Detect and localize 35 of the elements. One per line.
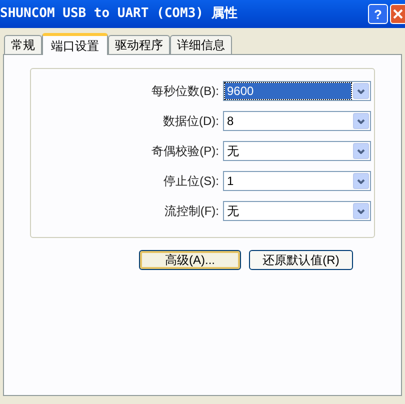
chevron-down-icon [357, 88, 365, 94]
dropdown[interactable]: 无 [223, 201, 371, 221]
dropdown[interactable]: 8 [223, 111, 371, 131]
dropdown[interactable]: 9600 [223, 81, 371, 101]
dropdown[interactable]: 无 [223, 141, 371, 161]
dropdown-arrow-button[interactable] [353, 143, 369, 159]
dropdown-value: 无 [226, 143, 240, 159]
tab[interactable]: 详细信息 [170, 35, 232, 54]
close-icon [393, 9, 403, 19]
dropdown-value: 9600 [225, 83, 351, 99]
tab[interactable]: 端口设置 [42, 33, 108, 55]
field-label: 每秒位数(B): [150, 83, 220, 100]
tab[interactable]: 常规 [4, 35, 42, 54]
dropdown-arrow-button[interactable] [353, 83, 369, 99]
close-button[interactable] [390, 4, 405, 24]
chevron-down-icon [357, 148, 365, 154]
field-label: 停止位(S): [162, 173, 220, 190]
field-label: 奇偶校验(P): [150, 143, 220, 160]
chevron-down-icon [357, 118, 365, 124]
field-label: 数据位(D): [162, 113, 220, 130]
tab[interactable]: 驱动程序 [108, 35, 170, 54]
dropdown-arrow-button[interactable] [353, 203, 369, 219]
dropdown[interactable]: 1 [223, 171, 371, 191]
dropdown-value: 8 [226, 113, 235, 129]
dropdown-value: 无 [226, 203, 240, 219]
window-title: SHUNCOM USB to UART (COM3) 属性 [0, 5, 238, 24]
help-button[interactable]: ? [368, 4, 388, 24]
dialog-button[interactable]: 还原默认值(R) [249, 250, 353, 270]
chevron-down-icon [357, 208, 365, 214]
dropdown-arrow-button[interactable] [353, 173, 369, 189]
dropdown-arrow-button[interactable] [353, 113, 369, 129]
field-label: 流控制(F): [163, 203, 220, 220]
chevron-down-icon [357, 178, 365, 184]
dropdown-value: 1 [226, 173, 235, 189]
dialog-button[interactable]: 高级(A)... [139, 250, 241, 270]
